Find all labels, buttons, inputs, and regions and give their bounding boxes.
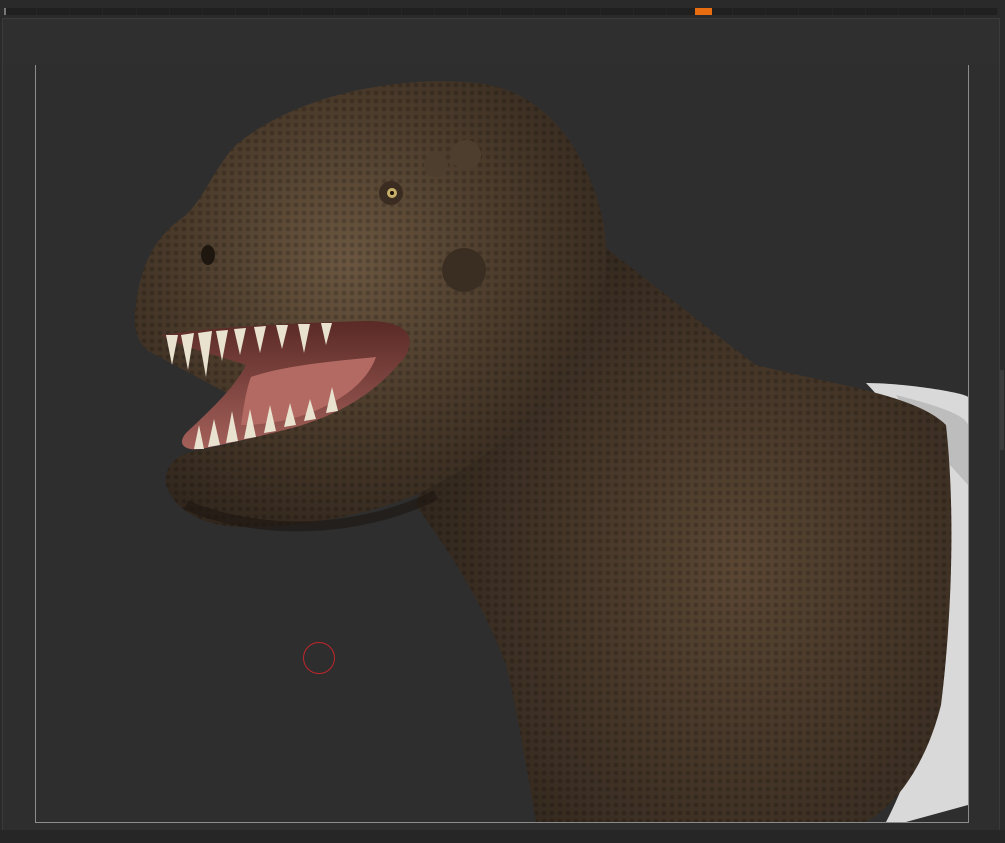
viewport-canvas[interactable] bbox=[2, 64, 1000, 830]
timeline-start-tick bbox=[4, 8, 6, 15]
timeline-track[interactable] bbox=[4, 8, 999, 15]
document-frame[interactable] bbox=[35, 65, 969, 823]
application-window bbox=[0, 0, 1005, 843]
vertical-scrollbar[interactable] bbox=[1000, 370, 1004, 450]
status-area bbox=[0, 830, 1005, 843]
brush-circle-cursor-icon bbox=[303, 642, 335, 674]
sculpt-model[interactable] bbox=[36, 65, 968, 822]
timeline-keyframe-marker-icon[interactable] bbox=[695, 8, 712, 15]
toolbar-area bbox=[2, 18, 1000, 65]
